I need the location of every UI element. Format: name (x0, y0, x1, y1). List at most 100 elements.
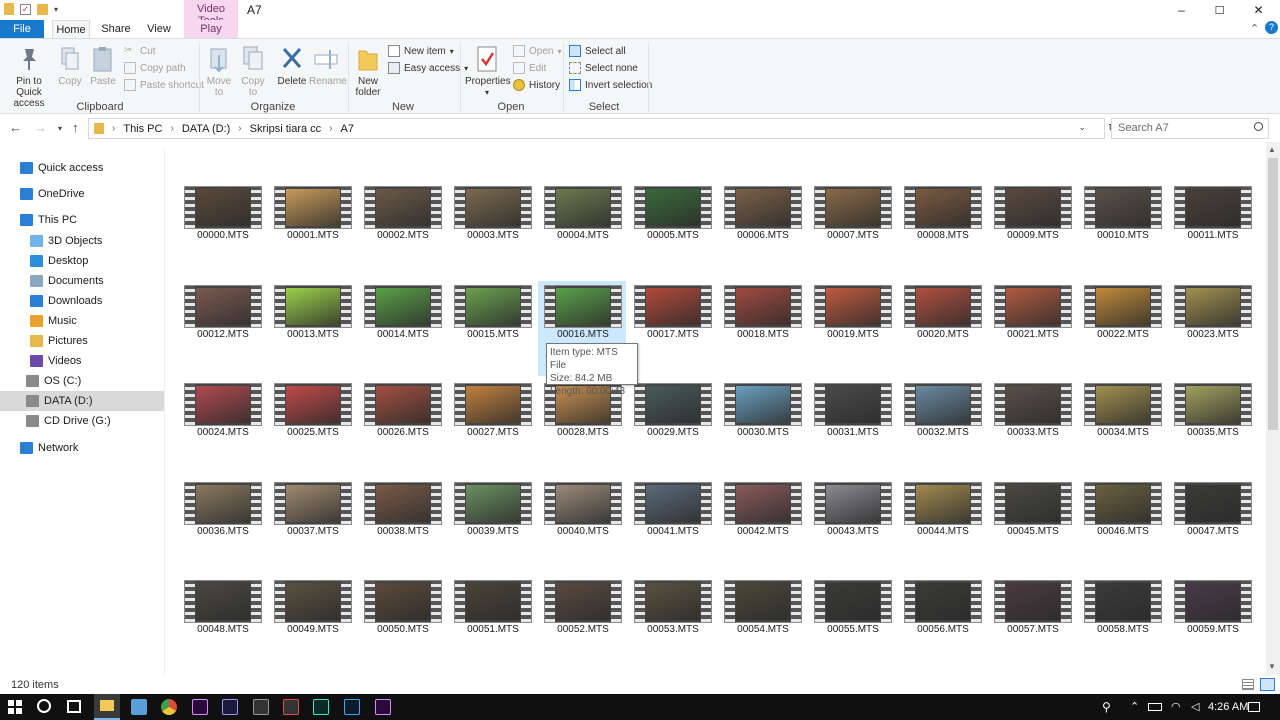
chrome-taskbar-icon[interactable] (161, 699, 177, 715)
file-tile[interactable]: 00035.MTS (1168, 379, 1256, 474)
nav-item[interactable]: Videos (0, 351, 164, 371)
people-icon[interactable]: ⚲ (1102, 700, 1111, 714)
nav-item[interactable]: OS (C:) (0, 371, 164, 391)
file-tile[interactable]: 00048.MTS (178, 576, 266, 671)
clock-time[interactable]: 4:26 AM (1208, 701, 1248, 713)
file-tile[interactable]: 00001.MTS (268, 182, 356, 277)
notepad-taskbar-icon[interactable] (131, 699, 147, 715)
nav-item[interactable]: Documents (0, 271, 164, 291)
up-arrow-icon[interactable]: ↑ (72, 120, 79, 135)
paste-shortcut-button[interactable]: Paste shortcut (124, 77, 204, 93)
file-tile[interactable]: 00045.MTS (988, 478, 1076, 573)
file-tile[interactable]: 00031.MTS (808, 379, 896, 474)
file-tile[interactable]: 00058.MTS (1078, 576, 1166, 671)
details-view-icon[interactable] (1242, 679, 1254, 690)
file-tile[interactable]: 00037.MTS (268, 478, 356, 573)
file-tile[interactable]: 00024.MTS (178, 379, 266, 474)
properties-button[interactable]: Properties ▾ (465, 45, 511, 98)
file-tile[interactable]: 00029.MTS (628, 379, 716, 474)
file-tile[interactable]: 00026.MTS (358, 379, 446, 474)
back-arrow-icon[interactable]: ← (9, 120, 22, 135)
volume-icon[interactable]: ◁ (1191, 700, 1199, 713)
file-tile[interactable]: 00046.MTS (1078, 478, 1166, 573)
forward-arrow-icon[interactable]: → (34, 120, 47, 135)
file-tile[interactable]: 00054.MTS (718, 576, 806, 671)
file-tile[interactable]: 00040.MTS (538, 478, 626, 573)
edit-button[interactable]: Edit (513, 60, 546, 76)
file-tile[interactable]: 00012.MTS (178, 281, 266, 376)
file-tile[interactable]: 00003.MTS (448, 182, 536, 277)
nav-item[interactable]: CD Drive (G:) (0, 411, 164, 431)
file-tile[interactable]: 00014.MTS (358, 281, 446, 376)
vertical-scrollbar[interactable]: ▲ ▼ (1266, 142, 1280, 674)
nav-item[interactable]: 3D Objects (0, 231, 164, 251)
nav-item[interactable]: Desktop (0, 251, 164, 271)
breadcrumb-data-d[interactable]: DATA (D:) (182, 123, 230, 135)
file-tile[interactable]: 00006.MTS (718, 182, 806, 277)
file-tile[interactable]: 00005.MTS (628, 182, 716, 277)
collapse-ribbon-icon[interactable]: ⌃ (1250, 22, 1259, 35)
file-tile[interactable]: 00021.MTS (988, 281, 1076, 376)
app-taskbar-icon[interactable] (283, 699, 299, 715)
file-tile[interactable]: 00051.MTS (448, 576, 536, 671)
search-icon[interactable] (1254, 122, 1263, 131)
file-tile[interactable]: 00038.MTS (358, 478, 446, 573)
file-tile[interactable]: 00030.MTS (718, 379, 806, 474)
recent-locations-icon[interactable]: ▾ (58, 124, 62, 133)
premiere-taskbar-icon[interactable] (192, 699, 208, 715)
file-tile[interactable]: 00050.MTS (358, 576, 446, 671)
pin-to-quick-access-button[interactable]: Pin to Quick access (4, 45, 54, 109)
file-tile[interactable]: 00049.MTS (268, 576, 356, 671)
task-view-icon[interactable] (67, 700, 81, 713)
move-to-button[interactable]: Move to (205, 45, 233, 98)
file-tile[interactable]: 00004.MTS (538, 182, 626, 277)
scroll-up-icon[interactable]: ▲ (1268, 145, 1276, 154)
new-folder-button[interactable]: New folder (353, 45, 383, 98)
invert-selection-button[interactable]: Invert selection (569, 77, 652, 93)
cut-button[interactable]: ✂ Cut (124, 43, 156, 59)
audition-taskbar-icon[interactable] (313, 699, 329, 715)
file-tile[interactable]: 00041.MTS (628, 478, 716, 573)
copy-to-button[interactable]: Copy to (239, 45, 267, 98)
paste-button[interactable]: Paste (89, 45, 117, 87)
tab-share[interactable]: Share (96, 20, 136, 38)
chevron-up-icon[interactable]: ⌃ (1130, 700, 1139, 713)
file-tile[interactable]: 00000.MTS (178, 182, 266, 277)
nav-item[interactable]: Quick access (0, 158, 164, 178)
photoshop-taskbar-icon[interactable] (344, 699, 360, 715)
scroll-down-icon[interactable]: ▼ (1268, 662, 1276, 671)
file-tile[interactable]: 00020.MTS (898, 281, 986, 376)
file-tile[interactable]: 00053.MTS (628, 576, 716, 671)
file-tile[interactable]: 00010.MTS (1078, 182, 1166, 277)
scrollbar-thumb[interactable] (1268, 158, 1278, 430)
file-tile[interactable]: 00009.MTS (988, 182, 1076, 277)
file-tile[interactable]: 00025.MTS (268, 379, 356, 474)
windows-start-icon[interactable] (8, 700, 22, 714)
tab-view[interactable]: View (142, 20, 176, 38)
search-circle-icon[interactable] (37, 699, 51, 713)
nav-item[interactable]: DATA (D:) (0, 391, 164, 411)
history-button[interactable]: History (513, 77, 560, 93)
help-icon[interactable]: ? (1265, 21, 1278, 34)
file-explorer-taskbar-icon[interactable] (94, 694, 120, 720)
address-dropdown-icon[interactable]: ⌄ (1078, 122, 1086, 133)
app-taskbar-icon[interactable] (253, 699, 269, 715)
large-icons-view-icon[interactable] (1260, 678, 1275, 691)
nav-item[interactable]: Downloads (0, 291, 164, 311)
file-tile[interactable]: 00022.MTS (1078, 281, 1166, 376)
file-tile[interactable]: 00015.MTS (448, 281, 536, 376)
tab-file[interactable]: File (0, 20, 44, 38)
file-tile[interactable]: 00043.MTS (808, 478, 896, 573)
properties-check-icon[interactable]: ✓ (20, 3, 31, 15)
delete-button[interactable]: Delete (277, 45, 307, 87)
select-none-button[interactable]: Select none (569, 60, 638, 76)
minimize-button[interactable]: – (1162, 0, 1201, 20)
file-tile[interactable]: 00039.MTS (448, 478, 536, 573)
file-tile[interactable]: 00057.MTS (988, 576, 1076, 671)
open-button[interactable]: Open ▾ (513, 43, 561, 59)
file-tile[interactable]: 00033.MTS (988, 379, 1076, 474)
nav-item[interactable]: OneDrive (0, 184, 164, 204)
file-tile[interactable]: 00032.MTS (898, 379, 986, 474)
tab-play[interactable]: Play (184, 20, 238, 38)
copy-button[interactable]: Copy (57, 45, 83, 87)
